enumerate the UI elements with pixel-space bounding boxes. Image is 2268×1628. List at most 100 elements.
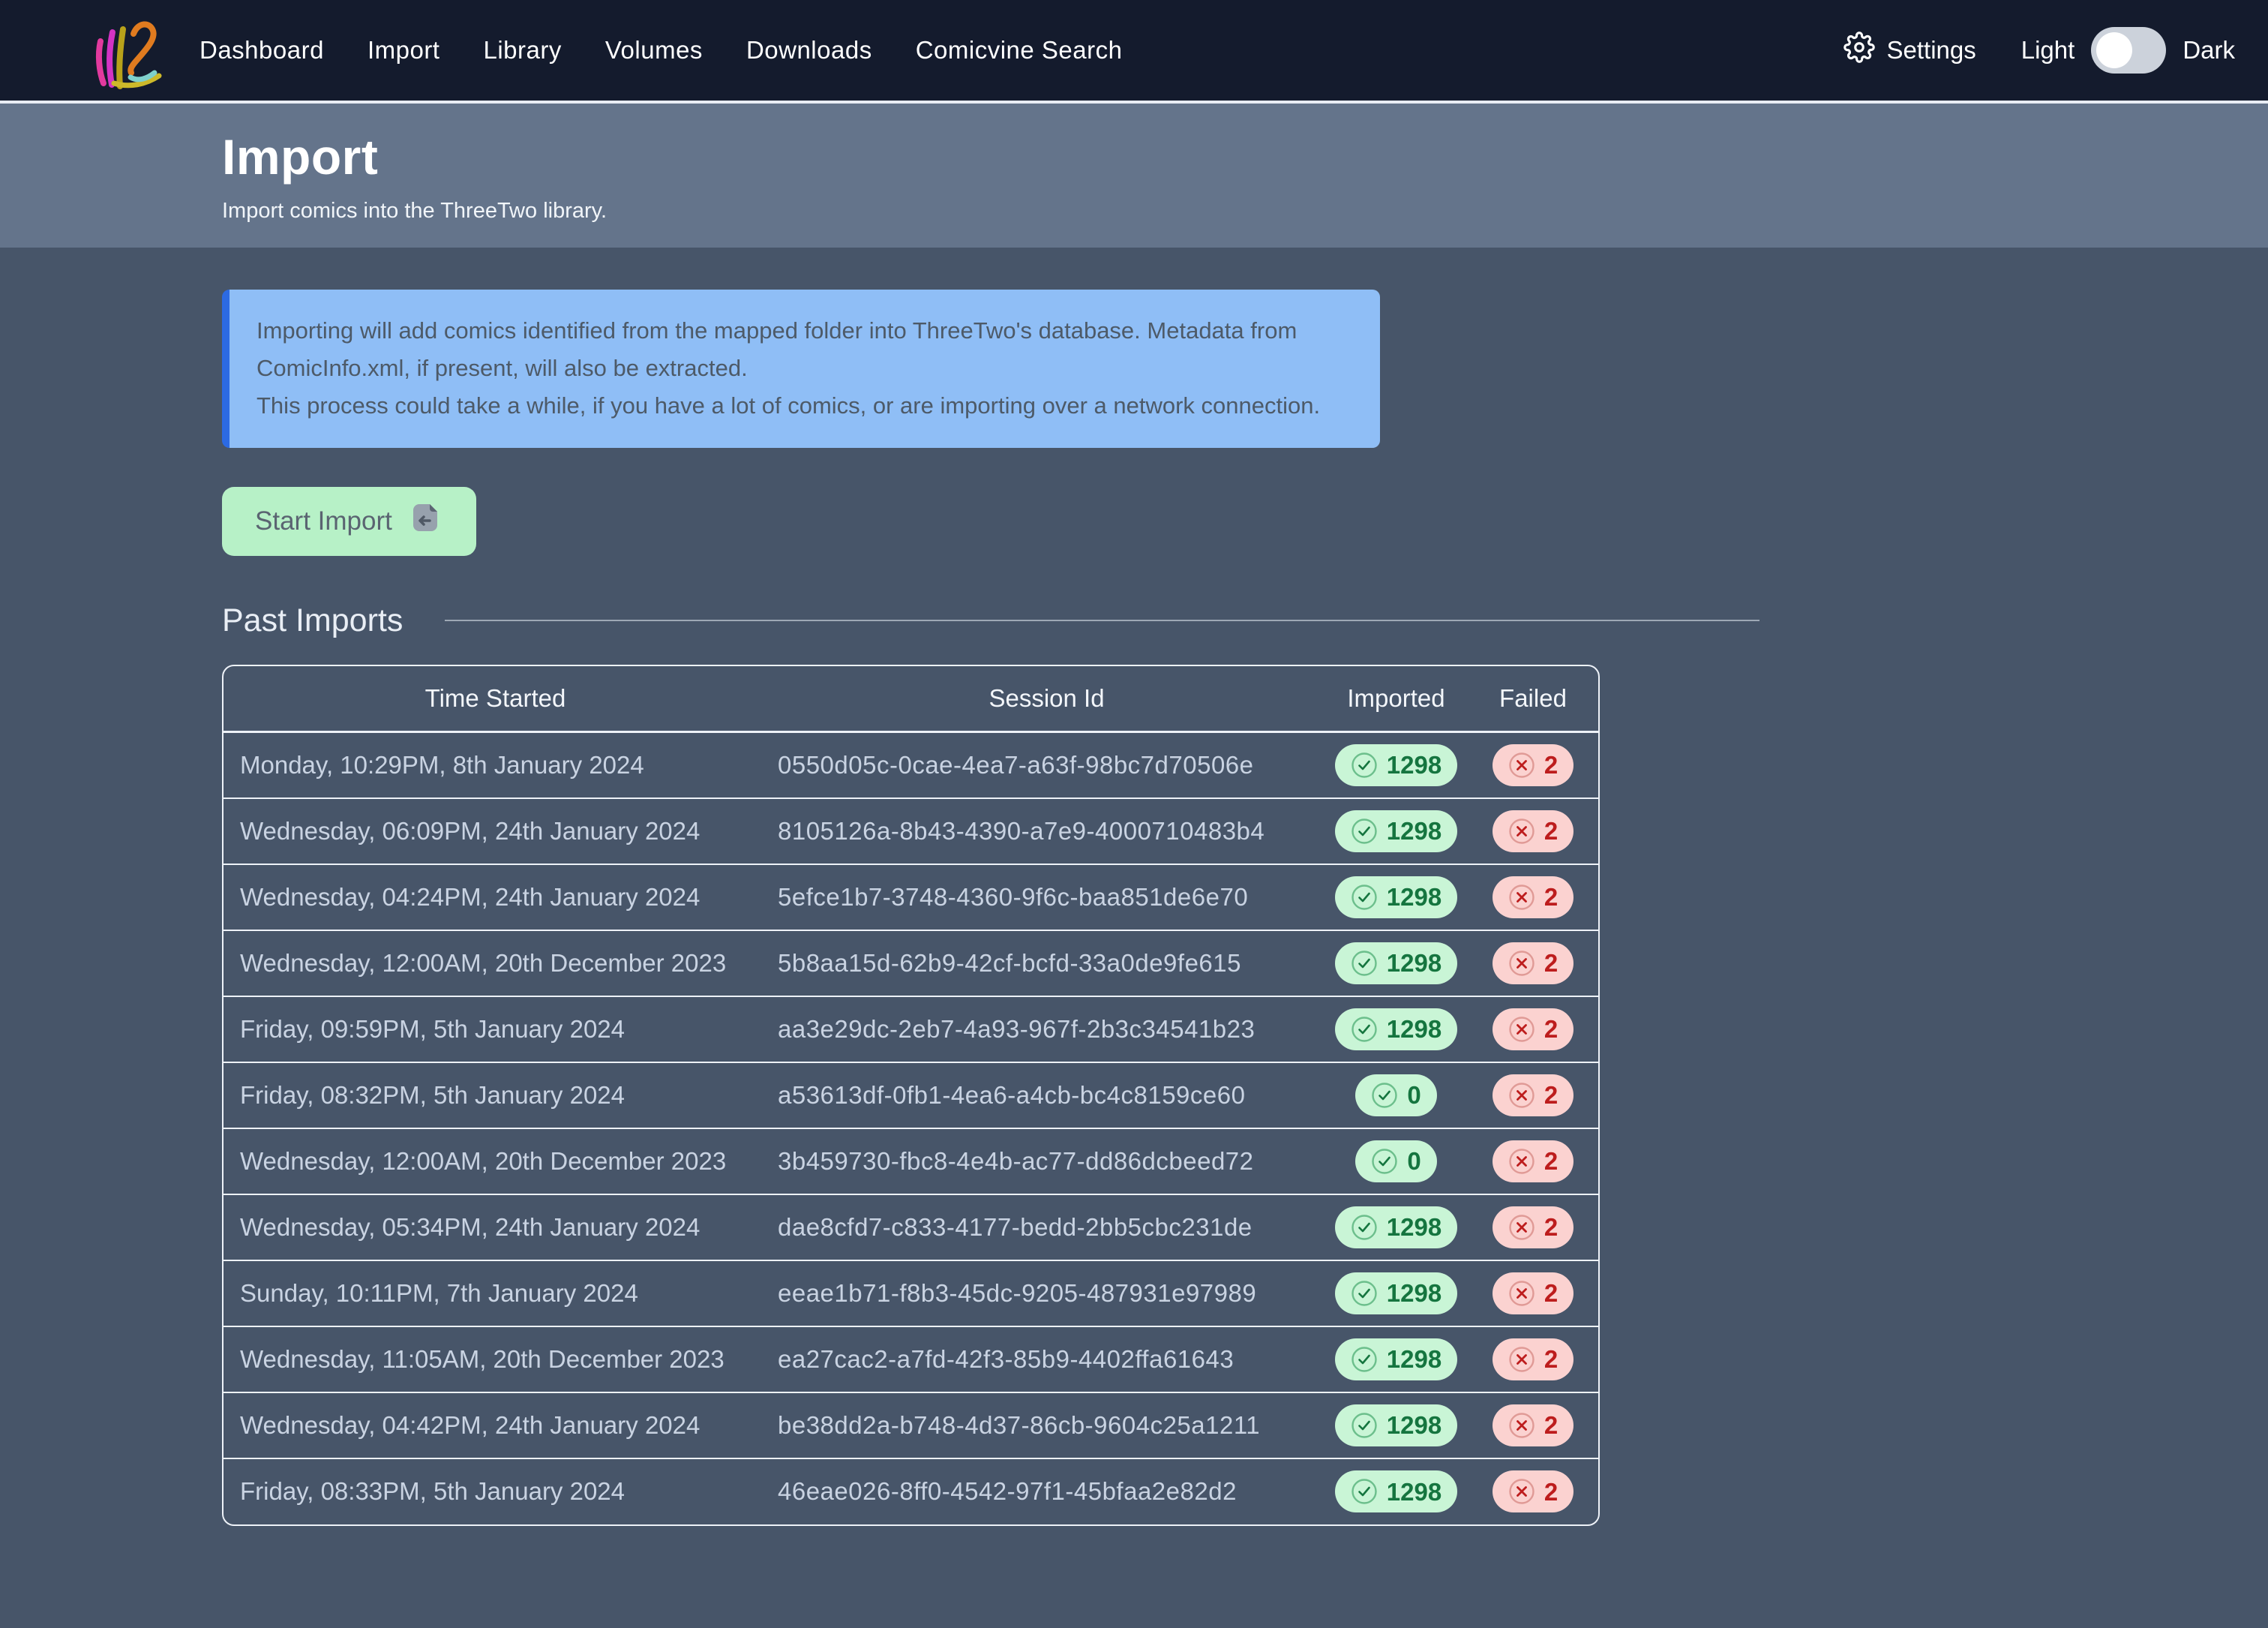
check-circle-icon [1351, 1412, 1378, 1439]
nav-item-volumes[interactable]: Volumes [605, 36, 703, 65]
imported-badge: 0 [1355, 1074, 1436, 1116]
table-row[interactable]: Wednesday, 12:00AM, 20th December 2023 5… [224, 930, 1600, 996]
failed-badge: 2 [1492, 1470, 1574, 1512]
page-subtitle: Import comics into the ThreeTwo library. [222, 199, 2268, 224]
settings-button[interactable]: Settings [1844, 32, 1976, 69]
column-header-imported: Imported [1326, 666, 1466, 732]
table-row[interactable]: Wednesday, 11:05AM, 20th December 2023 e… [224, 1326, 1600, 1392]
check-circle-icon [1351, 950, 1378, 977]
imported-count: 1298 [1387, 752, 1442, 777]
nav-item-library[interactable]: Library [483, 36, 561, 65]
failed-badge: 2 [1492, 1404, 1574, 1446]
nav-item-dashboard[interactable]: Dashboard [200, 36, 324, 65]
time-started-cell: Friday, 09:59PM, 5th January 2024 [224, 996, 767, 1062]
x-circle-icon [1508, 1280, 1535, 1307]
failed-cell: 2 [1466, 1194, 1600, 1260]
imported-count: 0 [1407, 1149, 1420, 1173]
x-circle-icon [1508, 1346, 1535, 1373]
nav-item-import[interactable]: Import [368, 36, 440, 65]
table-row[interactable]: Friday, 08:32PM, 5th January 2024 a53613… [224, 1062, 1600, 1128]
failed-count: 2 [1544, 951, 1558, 975]
imported-cell: 0 [1326, 1062, 1466, 1128]
failed-cell: 2 [1466, 1392, 1600, 1458]
session-id-cell: 3b459730-fbc8-4e4b-ac77-dd86dcbeed72 [767, 1128, 1326, 1194]
imported-badge: 0 [1355, 1140, 1436, 1182]
x-circle-icon [1508, 1016, 1535, 1043]
imported-cell: 1298 [1326, 798, 1466, 864]
time-started-cell: Wednesday, 12:00AM, 20th December 2023 [224, 930, 767, 996]
time-started-cell: Wednesday, 12:00AM, 20th December 2023 [224, 1128, 767, 1194]
failed-count: 2 [1544, 1347, 1558, 1371]
table-row[interactable]: Wednesday, 06:09PM, 24th January 2024 81… [224, 798, 1600, 864]
info-line: Importing will add comics identified fro… [256, 312, 1344, 387]
main-content: Importing will add comics identified fro… [0, 248, 2268, 1526]
navbar-right: Settings Light Dark [1844, 27, 2236, 74]
time-started-cell: Sunday, 10:11PM, 7th January 2024 [224, 1260, 767, 1326]
failed-count: 2 [1544, 1149, 1558, 1173]
failed-cell: 2 [1466, 1128, 1600, 1194]
imported-count: 1298 [1387, 819, 1442, 843]
imported-count: 0 [1407, 1083, 1420, 1107]
session-id-cell: a53613df-0fb1-4ea6-a4cb-bc4c8159ce60 [767, 1062, 1326, 1128]
imported-badge: 1298 [1335, 1404, 1457, 1446]
imported-cell: 1298 [1326, 1392, 1466, 1458]
session-id-cell: 8105126a-8b43-4390-a7e9-4000710483b4 [767, 798, 1326, 864]
table-row[interactable]: Friday, 08:33PM, 5th January 2024 46eae0… [224, 1458, 1600, 1524]
failed-count: 2 [1544, 1479, 1558, 1504]
imported-cell: 0 [1326, 1128, 1466, 1194]
theme-toggle[interactable] [2091, 27, 2166, 74]
table-row[interactable]: Sunday, 10:11PM, 7th January 2024 eeae1b… [224, 1260, 1600, 1326]
info-line: This process could take a while, if you … [256, 387, 1344, 425]
imported-cell: 1298 [1326, 1326, 1466, 1392]
session-id-cell: 0550d05c-0cae-4ea7-a63f-98bc7d70506e [767, 732, 1326, 798]
session-id-cell: eeae1b71-f8b3-45dc-9205-487931e97989 [767, 1260, 1326, 1326]
failed-cell: 2 [1466, 1260, 1600, 1326]
gear-icon [1844, 32, 1875, 69]
imported-cell: 1298 [1326, 996, 1466, 1062]
imported-count: 1298 [1387, 1215, 1442, 1239]
check-circle-icon [1351, 1016, 1378, 1043]
imported-cell: 1298 [1326, 1458, 1466, 1524]
failed-count: 2 [1544, 1083, 1558, 1107]
file-import-icon [407, 500, 443, 542]
failed-badge: 2 [1492, 1008, 1574, 1050]
failed-cell: 2 [1466, 930, 1600, 996]
x-circle-icon [1508, 1214, 1535, 1241]
time-started-cell: Wednesday, 04:42PM, 24th January 2024 [224, 1392, 767, 1458]
failed-count: 2 [1544, 1215, 1558, 1239]
failed-cell: 2 [1466, 1062, 1600, 1128]
theme-light-label: Light [2021, 36, 2075, 65]
navbar: Dashboard Import Library Volumes Downloa… [0, 0, 2268, 104]
table-row[interactable]: Wednesday, 04:42PM, 24th January 2024 be… [224, 1392, 1600, 1458]
column-header-session-id: Session Id [767, 666, 1326, 732]
nav-item-downloads[interactable]: Downloads [746, 36, 872, 65]
table-row[interactable]: Wednesday, 04:24PM, 24th January 2024 5e… [224, 864, 1600, 930]
time-started-cell: Wednesday, 04:24PM, 24th January 2024 [224, 864, 767, 930]
table-row[interactable]: Friday, 09:59PM, 5th January 2024 aa3e29… [224, 996, 1600, 1062]
time-started-cell: Wednesday, 05:34PM, 24th January 2024 [224, 1194, 767, 1260]
imported-cell: 1298 [1326, 732, 1466, 798]
nav-item-comicvine-search[interactable]: Comicvine Search [916, 36, 1123, 65]
table-row[interactable]: Wednesday, 05:34PM, 24th January 2024 da… [224, 1194, 1600, 1260]
session-id-cell: be38dd2a-b748-4d37-86cb-9604c25a1211 [767, 1392, 1326, 1458]
failed-count: 2 [1544, 819, 1558, 843]
start-import-button[interactable]: Start Import [222, 487, 476, 556]
table-row[interactable]: Monday, 10:29PM, 8th January 2024 0550d0… [224, 732, 1600, 798]
imported-badge: 1298 [1335, 1470, 1457, 1512]
past-imports-heading: Past Imports [222, 602, 403, 639]
imported-count: 1298 [1387, 1347, 1442, 1371]
session-id-cell: aa3e29dc-2eb7-4a93-967f-2b3c34541b23 [767, 996, 1326, 1062]
table-row[interactable]: Wednesday, 12:00AM, 20th December 2023 3… [224, 1128, 1600, 1194]
imported-badge: 1298 [1335, 1008, 1457, 1050]
check-circle-icon [1351, 1214, 1378, 1241]
imported-badge: 1298 [1335, 810, 1457, 852]
failed-cell: 2 [1466, 798, 1600, 864]
threetwo-logo[interactable] [92, 8, 164, 92]
settings-label: Settings [1887, 36, 1976, 65]
failed-count: 2 [1544, 1281, 1558, 1305]
session-id-cell: ea27cac2-a7fd-42f3-85b9-4402ffa61643 [767, 1326, 1326, 1392]
heading-divider [445, 620, 1760, 621]
check-circle-icon [1351, 818, 1378, 845]
failed-badge: 2 [1492, 744, 1574, 786]
imported-badge: 1298 [1335, 744, 1457, 786]
